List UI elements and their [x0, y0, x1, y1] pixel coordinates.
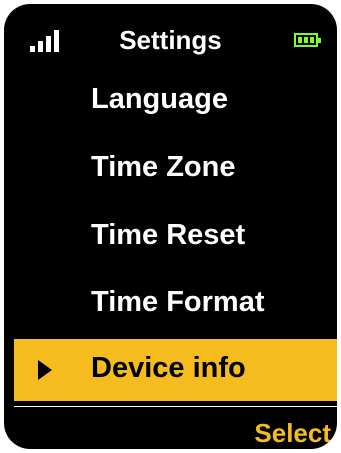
device-screen: Settings Language Time Zone Time Reset T… — [4, 4, 337, 449]
select-softkey[interactable]: Select — [254, 418, 331, 448]
menu-item-label: Language — [91, 83, 228, 115]
menu-item-time-zone[interactable]: Time Zone — [14, 138, 337, 200]
play-arrow-icon — [38, 360, 52, 380]
menu-item-language[interactable]: Language — [14, 70, 337, 132]
menu-item-label: Device info — [91, 352, 246, 384]
footer-divider — [14, 406, 337, 407]
menu-item-device-info[interactable]: Device info — [14, 339, 337, 401]
status-bar: Settings — [4, 4, 337, 66]
menu-item-time-reset[interactable]: Time Reset — [14, 206, 337, 268]
menu-item-label: Time Format — [91, 286, 265, 318]
menu-item-label: Time Zone — [91, 151, 236, 183]
battery-full-icon — [294, 33, 321, 47]
page-title: Settings — [119, 25, 222, 55]
menu-item-label: Time Reset — [91, 219, 246, 251]
menu-item-time-format[interactable]: Time Format — [14, 273, 337, 335]
